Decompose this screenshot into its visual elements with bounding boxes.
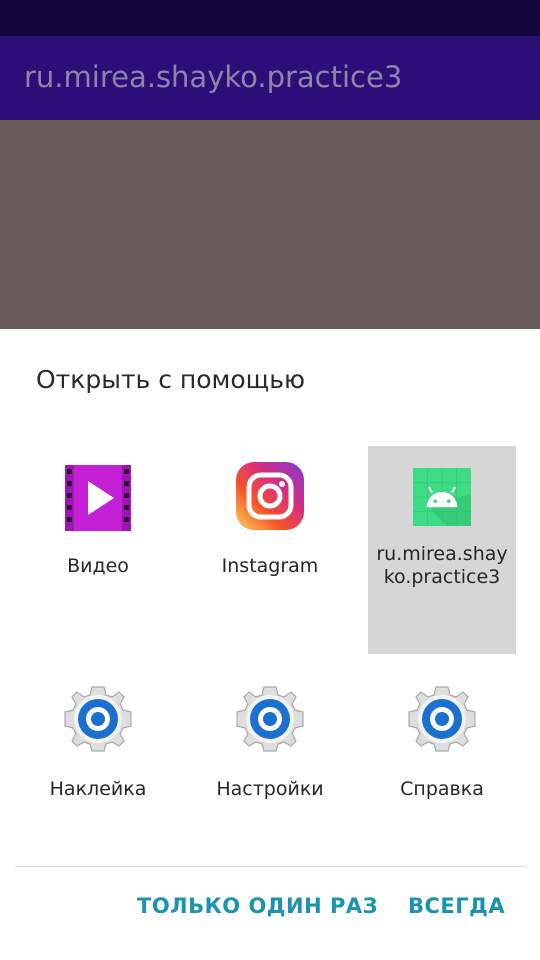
chooser-sheet: Открыть с помощью Видео Instagram ru.mir… [0, 329, 540, 960]
just-once-button[interactable]: ТОЛЬКО ОДИН РАЗ [137, 894, 378, 918]
app-option-label: Видео [67, 555, 129, 577]
app-option-instagram[interactable]: Instagram [195, 446, 345, 654]
app-option-label: Настройки [216, 778, 324, 800]
app-bar: ru.mirea.shayko.practice3 [0, 36, 540, 120]
app-option-label: Справка [400, 778, 484, 800]
divider [15, 866, 525, 867]
app-option-settings[interactable]: Настройки [195, 669, 345, 877]
instagram-icon [236, 462, 304, 530]
gear-icon [408, 686, 476, 752]
dimmed-content-area[interactable] [0, 120, 540, 329]
chooser-title: Открыть с помощью [36, 365, 306, 394]
status-bar [0, 0, 540, 36]
app-option-video[interactable]: Видео [23, 446, 173, 654]
android-icon [413, 468, 471, 526]
video-player-icon [65, 465, 131, 531]
app-option-label: ru.mirea.shayko.practice3 [376, 543, 508, 588]
app-option-label: Наклейка [49, 778, 147, 800]
app-option-help[interactable]: Справка [367, 669, 517, 877]
always-button[interactable]: ВСЕГДА [408, 894, 505, 918]
app-option-label: Instagram [221, 555, 319, 577]
app-option-sticker[interactable]: Наклейка [23, 669, 173, 877]
app-option-practice3[interactable]: ru.mirea.shayko.practice3 [368, 446, 516, 654]
gear-icon [236, 686, 304, 752]
app-title: ru.mirea.shayko.practice3 [24, 60, 403, 94]
gear-icon [64, 686, 132, 752]
